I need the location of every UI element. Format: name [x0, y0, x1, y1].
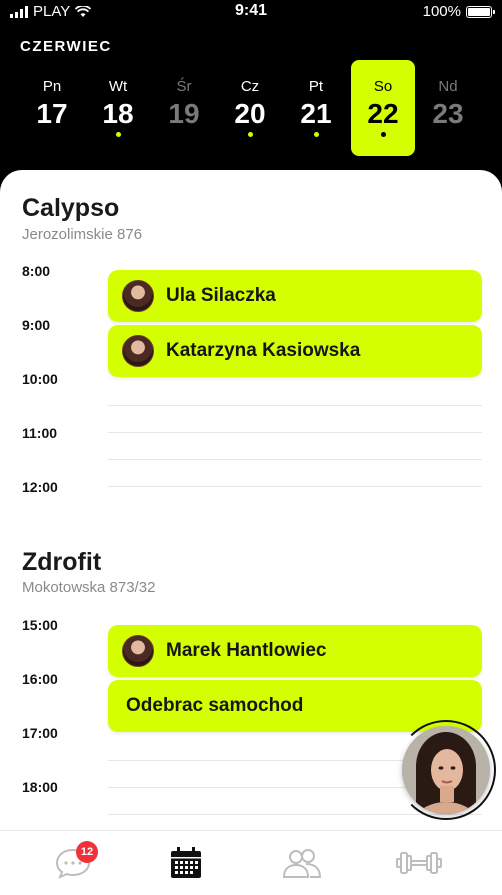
avatar — [122, 335, 154, 367]
people-icon — [282, 849, 322, 878]
event-title: Odebrac samochod — [126, 695, 304, 716]
calendar-icon — [171, 847, 201, 878]
avatar — [122, 280, 154, 312]
hour-label: 15:00 — [22, 617, 58, 633]
event-dot — [116, 132, 121, 137]
day-pn[interactable]: Pn 17 — [20, 60, 84, 156]
day-number: 22 — [367, 98, 399, 129]
day-number: 21 — [300, 98, 332, 129]
event-dot — [314, 132, 319, 137]
day-number: 19 — [168, 98, 200, 129]
day-so[interactable]: So 22 — [351, 60, 415, 156]
hour-label: 8:00 — [22, 263, 51, 279]
day-name: So — [373, 78, 393, 95]
event-card[interactable]: Marek Hantlowiec — [108, 625, 482, 677]
event-card[interactable]: Katarzyna Kasiowska — [108, 325, 482, 377]
battery-icon — [466, 5, 495, 18]
event-title: Marek Hantlowiec — [166, 640, 327, 661]
day-name: Śr — [176, 78, 192, 95]
hour-label: 16:00 — [22, 671, 58, 687]
event-dot — [248, 132, 253, 137]
profile-avatar-button[interactable] — [402, 726, 490, 814]
tab-people[interactable] — [277, 843, 327, 883]
day-name: Nd — [438, 78, 458, 95]
day-cz[interactable]: Cz 20 — [218, 60, 282, 156]
week-strip: Pn 17 Wt 18 Śr 19 Cz 20 Pt 21 So 22 Nd 2… — [20, 60, 482, 158]
day-name: Pn — [42, 78, 62, 95]
day-pt[interactable]: Pt 21 — [284, 60, 348, 156]
dumbbell-icon — [396, 852, 442, 874]
day-name: Wt — [108, 78, 128, 95]
gym-address: Jerozolimskie 876 — [22, 226, 143, 243]
day-number: 17 — [36, 98, 68, 129]
hour-label: 10:00 — [22, 371, 58, 387]
hour-label: 18:00 — [22, 779, 58, 795]
day-wt[interactable]: Wt 18 — [86, 60, 150, 156]
hour-divider — [108, 459, 482, 460]
event-title: Katarzyna Kasiowska — [166, 340, 361, 361]
status-bar: PLAY 9:41 100% — [0, 0, 502, 26]
event-dot — [381, 132, 386, 137]
hour-label: 9:00 — [22, 317, 51, 333]
month-label: CZERWIEC — [20, 38, 112, 55]
event-title: Ula Silaczka — [166, 285, 276, 306]
day-number: 18 — [102, 98, 134, 129]
day-name: Cz — [240, 78, 260, 95]
hour-divider — [108, 405, 482, 406]
day-number: 23 — [432, 98, 464, 129]
hour-label: 17:00 — [22, 725, 58, 741]
hour-divider — [108, 486, 482, 487]
hour-label: 11:00 — [22, 425, 58, 441]
day-sr[interactable]: Śr 19 — [152, 60, 216, 156]
notification-badge: 12 — [76, 841, 98, 863]
tab-workouts[interactable] — [394, 843, 444, 883]
gym-title: Calypso — [22, 194, 120, 222]
hour-divider — [108, 432, 482, 433]
hour-label: 12:00 — [22, 479, 58, 495]
tab-calendar[interactable] — [161, 843, 211, 883]
event-card[interactable]: Ula Silaczka — [108, 270, 482, 322]
day-number: 20 — [234, 98, 266, 129]
day-nd[interactable]: Nd 23 — [416, 60, 480, 156]
gym-address: Mokotowska 873/32 — [22, 579, 156, 596]
avatar — [122, 635, 154, 667]
profile-photo — [402, 726, 490, 814]
gym-title: Zdrofit — [22, 548, 102, 576]
tab-bar: 12 — [0, 830, 502, 895]
battery-label: 100% — [422, 3, 461, 20]
day-name: Pt — [308, 78, 324, 95]
